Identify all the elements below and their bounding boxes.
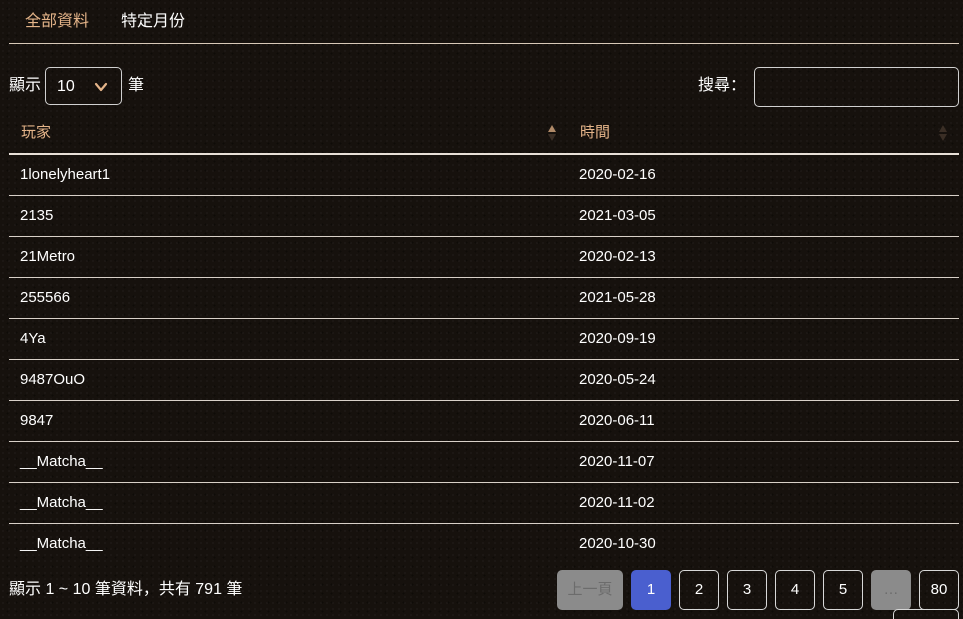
time-cell: 2020-02-16 bbox=[579, 166, 656, 183]
player-table: 玩家 時間 1lonelyheart1 2020-02-16 2135 2021… bbox=[9, 113, 959, 564]
player-cell: 9487OuO bbox=[20, 371, 86, 388]
sort-ascending-icon[interactable] bbox=[547, 124, 557, 142]
tab-bar: 全部資料 特定月份 bbox=[9, 0, 959, 44]
time-cell: 2020-11-07 bbox=[579, 453, 655, 470]
player-cell: __Matcha__ bbox=[20, 453, 103, 470]
time-cell: 2020-10-30 bbox=[579, 535, 656, 552]
column-header-time[interactable]: 時間 bbox=[580, 113, 610, 153]
page-button-5[interactable]: 5 bbox=[823, 570, 863, 610]
player-cell: 255566 bbox=[20, 289, 71, 306]
tab-all-data[interactable]: 全部資料 bbox=[9, 0, 105, 43]
search-input[interactable] bbox=[754, 67, 959, 107]
table-row[interactable]: __Matcha__ 2020-10-30 bbox=[9, 524, 959, 564]
page-length-select[interactable]: 10 bbox=[45, 67, 122, 105]
time-cell: 2020-05-24 bbox=[579, 371, 656, 388]
table-header: 玩家 時間 bbox=[9, 113, 959, 155]
page-button-2[interactable]: 2 bbox=[679, 570, 719, 610]
time-cell: 2020-02-13 bbox=[579, 248, 656, 265]
tab-specific-month[interactable]: 特定月份 bbox=[105, 0, 201, 43]
page-button-3[interactable]: 3 bbox=[727, 570, 767, 610]
table-row[interactable]: __Matcha__ 2020-11-02 bbox=[9, 483, 959, 524]
table-row[interactable]: 1lonelyheart1 2020-02-16 bbox=[9, 155, 959, 196]
search-label: 搜尋： bbox=[698, 77, 747, 94]
page: 全部資料 特定月份 顯示 10 筆 搜尋： 玩家 時間 1lonelyheart… bbox=[0, 0, 963, 619]
table-row[interactable]: 255566 2021-05-28 bbox=[9, 278, 959, 319]
page-length-suffix: 筆 bbox=[128, 77, 145, 94]
table-row[interactable]: 21Metro 2020-02-13 bbox=[9, 237, 959, 278]
player-cell: 21Metro bbox=[20, 248, 76, 265]
next-page-button[interactable] bbox=[893, 609, 959, 619]
table-row[interactable]: __Matcha__ 2020-11-07 bbox=[9, 442, 959, 483]
player-cell: __Matcha__ bbox=[20, 535, 103, 552]
previous-page-button[interactable]: 上一頁 bbox=[557, 570, 623, 610]
page-button-last[interactable]: 80 bbox=[919, 570, 959, 610]
time-cell: 2021-05-28 bbox=[579, 289, 656, 306]
time-cell: 2021-03-05 bbox=[579, 207, 656, 224]
sort-both-icon[interactable] bbox=[938, 124, 948, 142]
player-cell: 1lonelyheart1 bbox=[20, 166, 111, 183]
player-cell: 9847 bbox=[20, 412, 54, 429]
table-row[interactable]: 4Ya 2020-09-19 bbox=[9, 319, 959, 360]
chevron-down-icon bbox=[94, 82, 108, 92]
pagination: 上一頁 1 2 3 4 5 … 80 bbox=[0, 570, 963, 610]
page-button-4[interactable]: 4 bbox=[775, 570, 815, 610]
time-cell: 2020-11-02 bbox=[579, 494, 655, 511]
player-cell: __Matcha__ bbox=[20, 494, 103, 511]
pagination-ellipsis: … bbox=[871, 570, 911, 610]
page-button-1[interactable]: 1 bbox=[631, 570, 671, 610]
time-cell: 2020-09-19 bbox=[579, 330, 656, 347]
player-cell: 2135 bbox=[20, 207, 54, 224]
table-row[interactable]: 9847 2020-06-11 bbox=[9, 401, 959, 442]
player-cell: 4Ya bbox=[20, 330, 46, 347]
table-row[interactable]: 2135 2021-03-05 bbox=[9, 196, 959, 237]
table-row[interactable]: 9487OuO 2020-05-24 bbox=[9, 360, 959, 401]
page-length-value: 10 bbox=[57, 78, 75, 95]
page-length-prefix: 顯示 bbox=[9, 77, 42, 94]
time-cell: 2020-06-11 bbox=[579, 412, 655, 429]
column-header-player[interactable]: 玩家 bbox=[21, 113, 51, 153]
